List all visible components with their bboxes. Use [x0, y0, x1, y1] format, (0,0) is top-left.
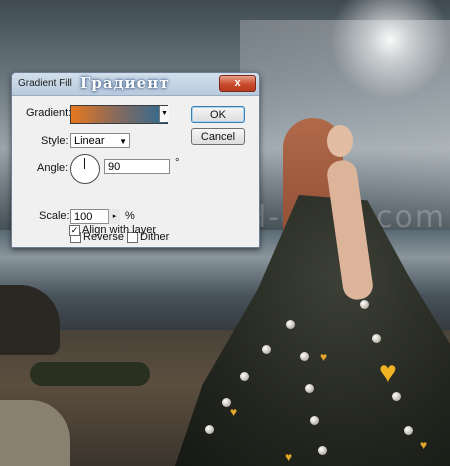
angle-dial[interactable]: [70, 154, 100, 184]
gradient-fill-dialog: Gradient Fill Градиент x Gradient: ▼ Sty…: [11, 72, 260, 248]
style-label: Style:: [41, 135, 69, 147]
dialog-title: Gradient Fill: [18, 78, 72, 89]
heart-pendant: ♥: [379, 356, 397, 389]
angle-label: Angle:: [37, 162, 69, 174]
dialog-titlebar[interactable]: Gradient Fill Градиент x: [12, 73, 259, 96]
seaweed-rocks: [30, 362, 150, 386]
heart-ornament: ♥: [420, 438, 428, 452]
scale-unit: %: [125, 210, 135, 222]
style-value: Linear: [74, 135, 105, 147]
close-button[interactable]: x: [219, 75, 256, 92]
pearl: [240, 372, 249, 381]
align-checkbox[interactable]: ✓: [69, 225, 80, 236]
gradient-preview[interactable]: [70, 105, 168, 124]
pearl: [310, 416, 319, 425]
pearl: [286, 320, 295, 329]
pearl: [262, 345, 271, 354]
heart-ornament: ♥: [320, 350, 328, 364]
pearl: [205, 425, 214, 434]
style-select[interactable]: Linear ▼: [70, 133, 130, 148]
pearl: [360, 300, 369, 309]
heart-ornament: ♥: [285, 450, 293, 464]
pearl: [404, 426, 413, 435]
ok-button[interactable]: OK: [191, 106, 245, 123]
angle-needle-icon: [84, 158, 85, 169]
woman-face: [327, 125, 353, 157]
pearl: [305, 384, 314, 393]
pearl: [318, 446, 327, 455]
angle-input[interactable]: 90: [104, 159, 170, 174]
pearl: [392, 392, 401, 401]
align-label: Align with layer: [82, 224, 156, 236]
pearl: [300, 352, 309, 361]
scale-label: Scale:: [39, 210, 70, 222]
dialog-overlay-title: Градиент: [80, 74, 170, 92]
scale-stepper[interactable]: ▸: [108, 209, 120, 224]
pearl: [372, 334, 381, 343]
cancel-button[interactable]: Cancel: [191, 128, 245, 145]
chevron-down-icon[interactable]: ▼: [159, 106, 169, 122]
gradient-label: Gradient:: [26, 107, 72, 119]
angle-unit: °: [175, 157, 180, 169]
chevron-down-icon: ▼: [119, 137, 127, 146]
heart-ornament: ♥: [230, 405, 238, 419]
